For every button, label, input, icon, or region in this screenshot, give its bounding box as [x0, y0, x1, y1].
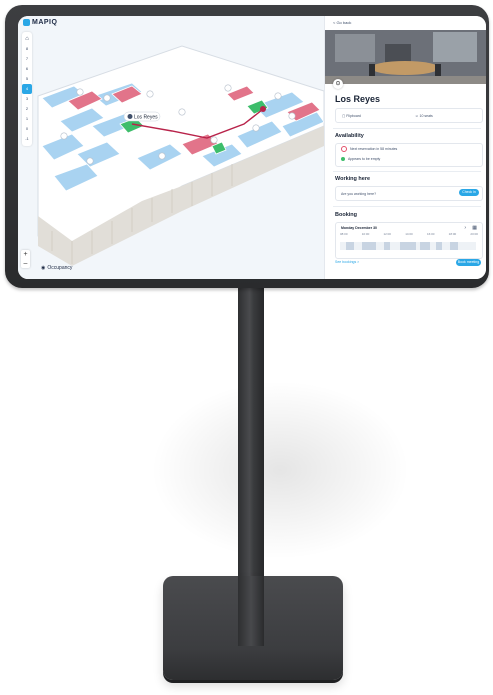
room-specs: ▢ Flipboard ☺ 10 seats: [335, 108, 483, 123]
brand-name: MAPIQ: [32, 19, 58, 26]
pin-icon: [127, 114, 133, 119]
gallery-icon[interactable]: ⊙: [333, 79, 343, 89]
floor-button[interactable]: 2: [22, 104, 32, 114]
working-here-heading: Working here: [335, 176, 371, 182]
floor-button-active[interactable]: 4: [22, 84, 32, 94]
empty-status-text: Appears to be empty: [348, 157, 381, 161]
booking-heading: Booking: [335, 212, 357, 218]
booking-date: Monday December 30: [336, 223, 482, 232]
divider: [333, 128, 481, 129]
availability-row: Next reservation in 58 minutes: [336, 144, 482, 154]
check-in-button[interactable]: Check in: [459, 189, 479, 196]
time-tick: 12:00: [383, 232, 391, 236]
floor-button[interactable]: -1: [22, 134, 32, 144]
booking-date-label: Monday December 30: [341, 225, 377, 230]
room-detail-panel: < Go back ⊙ Los Reyes ▢ Flipboard ☺ 10 s…: [324, 16, 486, 279]
floor-shadow: [150, 380, 410, 560]
home-icon[interactable]: ⌂: [22, 34, 32, 44]
mapiq-logo-icon: [23, 19, 30, 26]
time-axis: 08:00 10:00 12:00 14:00 16:00 18:00 20:0…: [336, 232, 482, 236]
divider: [333, 206, 481, 207]
floor-map[interactable]: Los Reyes: [32, 36, 324, 266]
destination-marker: [260, 106, 266, 112]
see-bookings-link[interactable]: See bookings >: [335, 260, 359, 264]
availability-heading: Availability: [335, 133, 364, 139]
floor-button[interactable]: 6: [22, 64, 32, 74]
next-reservation-text: Next reservation in 58 minutes: [350, 147, 398, 151]
next-day-icon[interactable]: ›: [464, 225, 466, 231]
floor-selector[interactable]: ⌂ 8 7 6 5 4 3 2 1 0 -1: [22, 32, 32, 146]
booking-card: Monday December 30 › ▦ 08:00 10:00 12:00…: [335, 222, 483, 259]
room-pin-label: Los Reyes: [134, 115, 158, 121]
floor-button[interactable]: 1: [22, 114, 32, 124]
divider: [333, 171, 481, 172]
time-tick: 18:00: [448, 232, 457, 236]
flipboard-spec: ▢ Flipboard: [342, 113, 361, 118]
occupancy-icon: ◉: [41, 265, 46, 271]
room-photo: [325, 30, 486, 84]
occupancy-toggle[interactable]: ◉ Occupancy: [41, 265, 72, 271]
availability-card: Next reservation in 58 minutes Appears t…: [335, 143, 483, 167]
map-pane[interactable]: MAPIQ ⌂ 8 7 6 5 4 3 2 1 0 -1 Los Reyes +…: [18, 16, 324, 279]
time-tick: 16:00: [426, 232, 435, 236]
seats-spec: ☺ 10 seats: [415, 113, 433, 118]
calendar-picker-icon[interactable]: ▦: [472, 225, 477, 231]
time-tick: 08:00: [340, 232, 348, 236]
floor-button[interactable]: 7: [22, 54, 32, 64]
floor-button[interactable]: 5: [22, 74, 32, 84]
floor-button[interactable]: 0: [22, 124, 32, 134]
kiosk-pole-foot: [238, 576, 264, 646]
time-tick: 10:00: [361, 232, 370, 236]
booking-timeline[interactable]: [340, 242, 476, 250]
occupancy-label: Occupancy: [47, 265, 73, 271]
availability-row: Appears to be empty: [336, 154, 482, 164]
zoom-out-button[interactable]: –: [21, 259, 30, 268]
floor-button[interactable]: 3: [22, 94, 32, 104]
floor-button[interactable]: 8: [22, 44, 32, 54]
seats-label: 10 seats: [419, 113, 433, 118]
kiosk-screen: MAPIQ ⌂ 8 7 6 5 4 3 2 1 0 -1 Los Reyes +…: [18, 16, 486, 279]
time-tick: 14:00: [405, 232, 413, 236]
kiosk-bezel: MAPIQ ⌂ 8 7 6 5 4 3 2 1 0 -1 Los Reyes +…: [5, 5, 489, 288]
status-dot-icon: [341, 157, 345, 161]
zoom-control[interactable]: + –: [21, 250, 30, 268]
book-meeting-button[interactable]: Book meeting: [456, 259, 481, 266]
time-tick: 20:00: [470, 232, 478, 236]
room-photo-image: [325, 30, 486, 84]
back-button[interactable]: < Go back: [333, 20, 351, 25]
calendar-icon: [341, 146, 347, 152]
flipboard-label: Flipboard: [346, 113, 361, 118]
brand-logo: MAPIQ: [23, 19, 57, 26]
zoom-in-button[interactable]: +: [21, 250, 30, 259]
room-title: Los Reyes: [335, 94, 381, 104]
